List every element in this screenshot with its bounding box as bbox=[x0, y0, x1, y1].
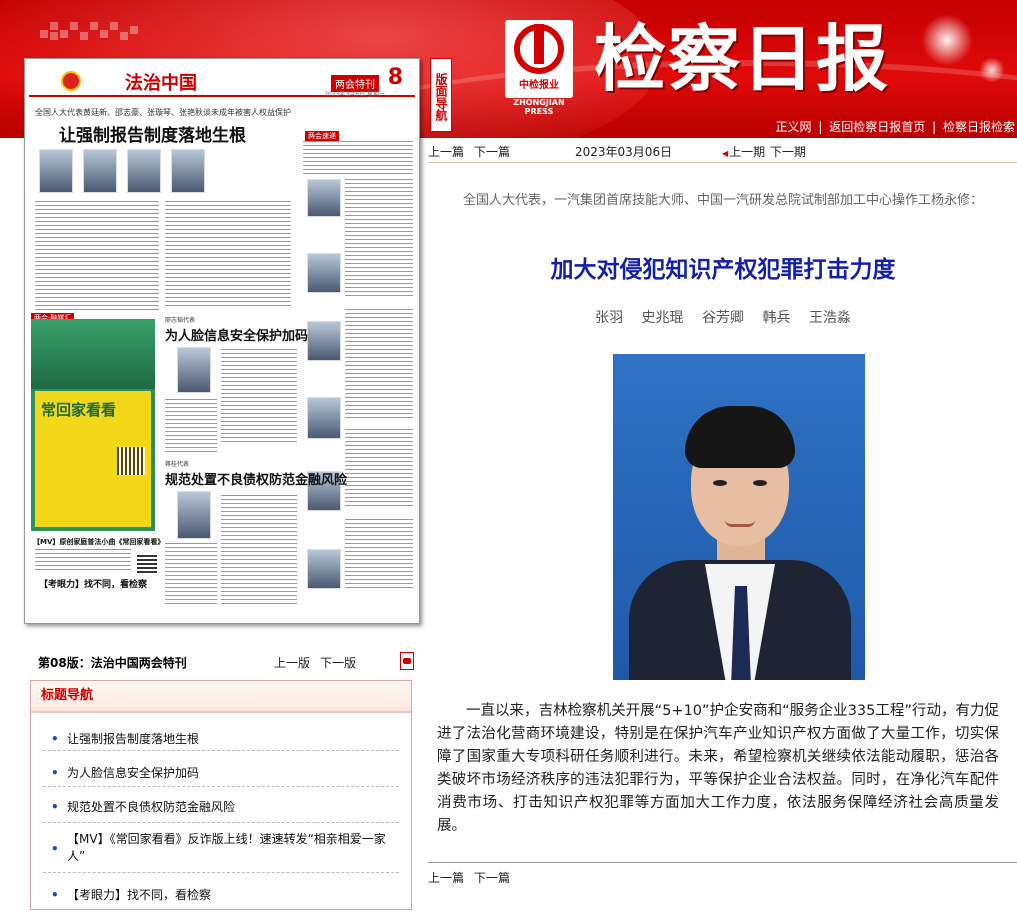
header-sparkle bbox=[917, 10, 977, 70]
masthead-title: 检察日报 bbox=[594, 16, 891, 101]
issue-date: 2023年03月06日 bbox=[575, 145, 673, 159]
pdf-icon[interactable] bbox=[400, 652, 414, 670]
thumbnail-photo bbox=[83, 149, 117, 193]
layout-navigation-tab[interactable]: 版面导航 bbox=[430, 58, 452, 132]
thumbnail-watch[interactable]: 【考眼力】找不同，看检察 bbox=[39, 577, 147, 590]
portrait-mouth bbox=[725, 520, 755, 527]
next-article-link[interactable]: 下一篇 bbox=[474, 143, 510, 160]
prev-issue-label: 上一期 bbox=[729, 145, 766, 159]
thumbnail-text-block bbox=[345, 179, 413, 299]
edition-bar: 第08版：法治中国两会特刊 上一版 下一版 bbox=[38, 652, 416, 672]
thumbnail-photo bbox=[39, 149, 73, 193]
thumbnail-text-block bbox=[345, 309, 413, 419]
thumbnail-text-block bbox=[165, 543, 217, 607]
thumbnail-mv-image bbox=[31, 319, 155, 389]
thumbnail-text-block bbox=[165, 399, 217, 455]
thumbnail-text-block bbox=[221, 495, 297, 607]
thumbnail-byline: 蒋桂代表 bbox=[165, 461, 190, 468]
next-issue-link[interactable]: 下一期 bbox=[770, 143, 806, 160]
thumbnail-subheadline[interactable]: 为人脸信息安全保护加码 bbox=[165, 325, 308, 344]
thumbnail-text-block bbox=[165, 201, 291, 307]
thumbnail-photo bbox=[127, 149, 161, 193]
prev-issue-link[interactable]: ◀上一期 bbox=[722, 143, 765, 160]
thumbnail-byline: 廖志韬代表 bbox=[165, 317, 196, 324]
article-portrait bbox=[613, 354, 865, 680]
press-logo-text: 中检报业 bbox=[519, 80, 559, 91]
title-item[interactable]: 让强制报告制度落地生根 bbox=[43, 713, 399, 751]
prev-article-link[interactable]: 上一篇 bbox=[428, 143, 464, 160]
thumbnail-photo bbox=[171, 149, 205, 193]
link-zhengyi[interactable]: 正义网 bbox=[776, 120, 812, 134]
link-separator: | bbox=[932, 120, 937, 134]
thumbnail-photo bbox=[307, 549, 341, 589]
thumbnail-text-block bbox=[35, 549, 131, 571]
link-home[interactable]: 返回检察日报首页 bbox=[829, 120, 925, 134]
page-thumbnail[interactable]: 法治中国 两会特刊 8 2023年3月6日 星期一 全国人大代表黄廷新、邵志豪、… bbox=[24, 58, 420, 624]
thumbnail-text-block bbox=[221, 349, 297, 445]
title-item[interactable]: 为人脸信息安全保护加码 bbox=[43, 751, 399, 787]
thumbnail-text-block bbox=[303, 141, 413, 175]
article-footer-nav: 上一篇 下一篇 bbox=[428, 862, 1017, 886]
title-list: 让强制报告制度落地生根 为人脸信息安全保护加码 规范处置不良债权防范金融风险 【… bbox=[31, 713, 411, 913]
thumbnail-text-block bbox=[35, 201, 159, 313]
title-navigation-heading: 标题导航 bbox=[31, 681, 411, 713]
next-article-link-bottom[interactable]: 下一篇 bbox=[474, 869, 510, 886]
arrow-left-icon: ◀ bbox=[722, 149, 729, 158]
thumbnail-page-number: 8 bbox=[387, 65, 403, 90]
title-item[interactable]: 规范处置不良债权防范金融风险 bbox=[43, 787, 399, 823]
header-links: 正义网 | 返回检察日报首页 | 检察日报检索 bbox=[776, 118, 1015, 135]
article-headline: 加大对侵犯知识产权犯罪打击力度 bbox=[550, 256, 896, 283]
article-body: 一直以来，吉林检察机关开展“5+10”护企安商和“服务企业335工程”行动，有力… bbox=[437, 703, 999, 834]
title-navigation: 标题导航 让强制报告制度落地生根 为人脸信息安全保护加码 规范处置不良债权防范金… bbox=[30, 680, 412, 910]
thumbnail-mv-title: 常回家看看 bbox=[41, 401, 117, 419]
thumbnail-tag: 两会速递 bbox=[305, 131, 339, 141]
qr-code-icon bbox=[137, 553, 157, 573]
header-pixel-pattern bbox=[40, 22, 150, 52]
press-logo[interactable]: 中检报业 bbox=[505, 20, 573, 98]
prev-edition-link[interactable]: 上一版 bbox=[274, 654, 310, 671]
next-edition-link[interactable]: 下一版 bbox=[320, 654, 356, 671]
portrait-eye bbox=[753, 480, 767, 486]
thumbnail-photo bbox=[177, 491, 211, 539]
header-sparkle-small bbox=[977, 55, 1007, 85]
thumbnail-subheadline[interactable]: 规范处置不良债权防范金融风险 bbox=[165, 469, 347, 488]
thumbnail-headline[interactable]: 让强制报告制度落地生根 bbox=[59, 121, 246, 146]
portrait-eye bbox=[713, 480, 727, 486]
thumbnail-photo bbox=[307, 397, 341, 439]
title-item[interactable]: 【考眼力】找不同，看检察 bbox=[43, 873, 399, 913]
edition-label: 第08版：法治中国两会特刊 bbox=[38, 656, 187, 670]
thumbnail-kicker: 全国人大代表黄廷新、邵志豪、张璇琴、张艳秋谈未成年被害人权益保护 bbox=[35, 108, 291, 117]
thumbnail-date: 2023年3月6日 星期一 bbox=[324, 91, 385, 98]
thumbnail-mv-panel[interactable]: 常回家看看 bbox=[31, 319, 155, 531]
thumbnail-photo bbox=[177, 347, 211, 393]
thumbnail-masthead: 法治中国 两会特刊 8 2023年3月6日 星期一 bbox=[29, 63, 415, 98]
press-logo-icon bbox=[514, 24, 564, 74]
thumbnail-brand: 法治中国 bbox=[125, 73, 197, 94]
article-toolbar: 上一篇 下一篇 2023年03月06日 ◀上一期 下一期 bbox=[428, 141, 1017, 163]
prev-article-link-bottom[interactable]: 上一篇 bbox=[428, 869, 464, 886]
press-logo-english: ZHONGJIAN PRESS bbox=[513, 98, 565, 116]
thumbnail-text-block bbox=[345, 519, 413, 589]
thumbnail-text-block bbox=[345, 429, 413, 509]
thumbnail-photo bbox=[307, 179, 341, 217]
national-emblem-icon bbox=[61, 71, 81, 91]
article-authors: 张羽 史兆琨 谷芳卿 韩兵 王浩淼 bbox=[595, 310, 851, 326]
article-kicker: 全国人大代表，一汽集团首席技能大师、中国一汽研发总院试制部加工中心操作工杨永修： bbox=[462, 193, 983, 208]
link-search[interactable]: 检察日报检索 bbox=[943, 120, 1015, 134]
link-separator: | bbox=[818, 120, 823, 134]
thumbnail-photo bbox=[307, 321, 341, 361]
thumbnail-photo bbox=[307, 253, 341, 293]
qr-code-icon bbox=[117, 447, 145, 475]
title-item[interactable]: 【MV】《常回家看看》反诈版上线！速速转发“相亲相爱一家人” bbox=[43, 823, 399, 873]
thumbnail-mv-caption: 【MV】原创家庭普法小曲《常回家看看》 bbox=[33, 538, 165, 546]
